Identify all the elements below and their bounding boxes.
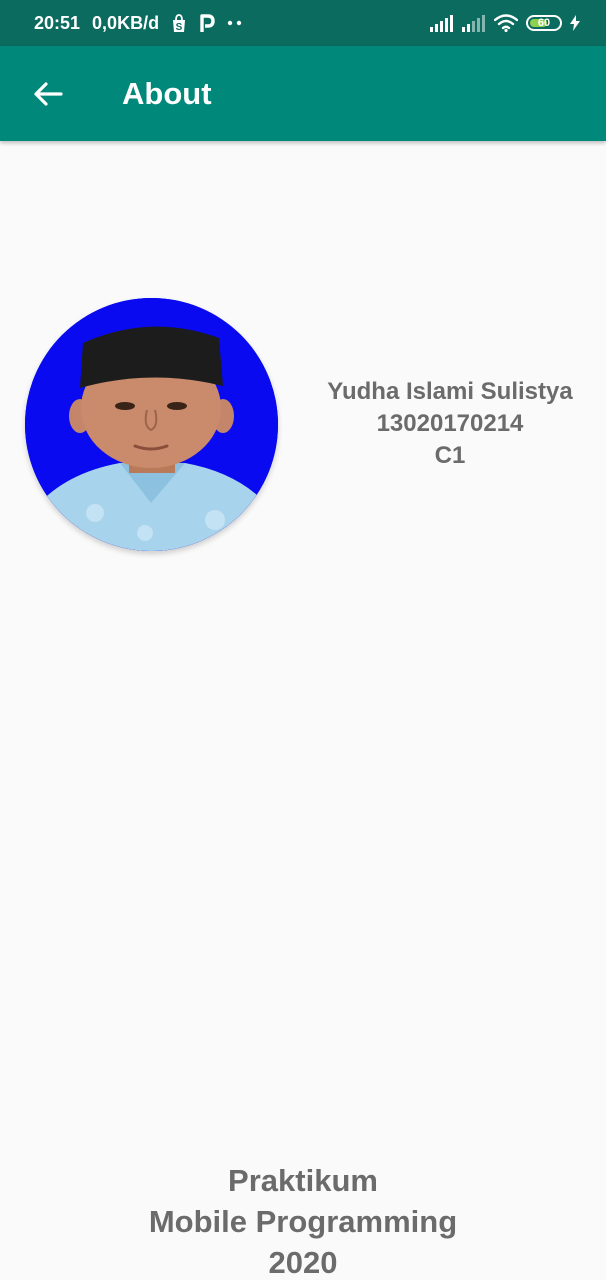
- avatar: [25, 298, 278, 551]
- footer-line-3: 2020: [268, 1245, 338, 1280]
- wifi-icon: [494, 14, 518, 32]
- shopee-icon: S: [171, 13, 187, 33]
- footer-line-2: Mobile Programming: [148, 1204, 458, 1239]
- status-right: 60: [430, 0, 580, 46]
- svg-text:S: S: [176, 22, 183, 33]
- profile-photo: [25, 298, 278, 551]
- battery-level: 60: [537, 16, 551, 29]
- profile-student-id: 13020170214: [376, 410, 524, 437]
- back-button[interactable]: [28, 74, 68, 114]
- profile-class: C1: [434, 442, 466, 469]
- about-screen: 20:51 0,0KB/d S 60 About Yudha Islami Su…: [0, 0, 606, 1280]
- battery-icon: 60: [526, 15, 562, 31]
- status-time: 20:51: [34, 12, 81, 33]
- status-bar: 20:51 0,0KB/d S 60: [0, 0, 606, 46]
- app-bar: About: [0, 46, 606, 141]
- more-dots-icon: [227, 20, 243, 26]
- signal-icon: [430, 14, 454, 32]
- status-left: 20:51 0,0KB/d S: [34, 0, 243, 46]
- network-speed: 0,0KB/d: [92, 12, 160, 33]
- footer-line-1: Praktikum: [228, 1163, 378, 1198]
- profile-info: Yudha Islami Sulistya 13020170214 C1: [300, 376, 600, 472]
- profile-name: Yudha Islami Sulistya: [327, 378, 573, 405]
- signal-icon-2: [462, 14, 486, 32]
- footer-credit: Praktikum Mobile Programming 2020: [0, 1160, 606, 1280]
- page-title: About: [122, 75, 212, 111]
- charging-bolt-icon: [570, 15, 580, 31]
- arrow-left-icon: [33, 81, 63, 107]
- p-icon: [199, 13, 215, 33]
